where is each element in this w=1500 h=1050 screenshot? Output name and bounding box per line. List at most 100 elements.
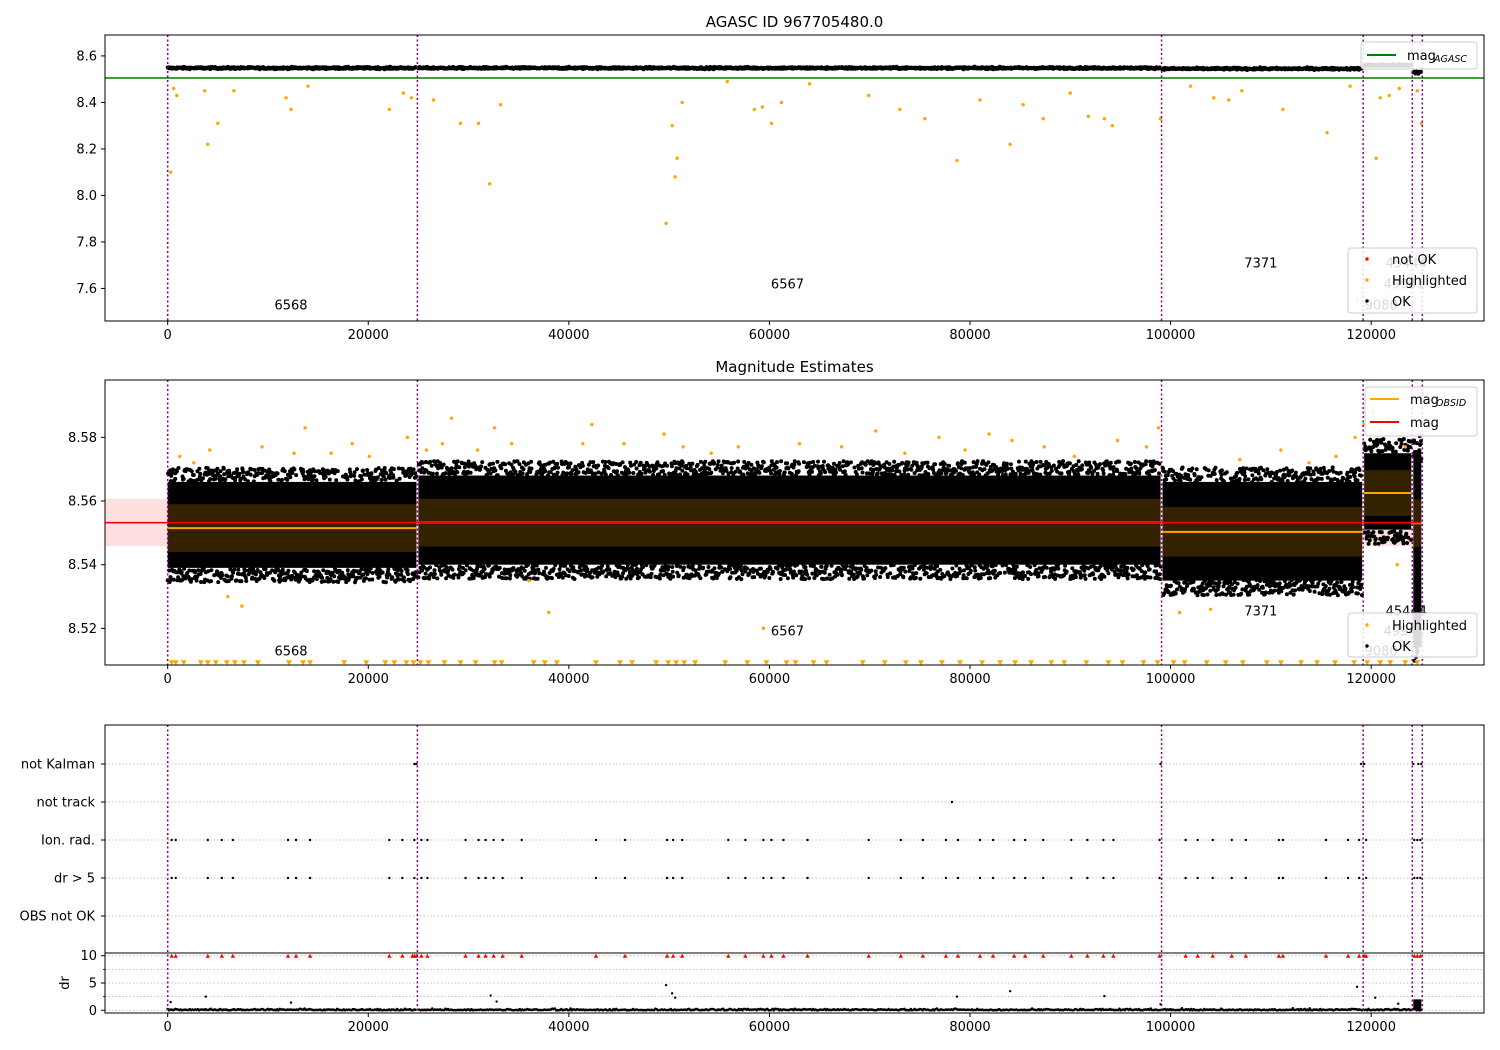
highlighted-point bbox=[1227, 98, 1231, 102]
highlighted-point bbox=[867, 93, 871, 98]
highlighted-point bbox=[1307, 461, 1311, 465]
flag-event-point bbox=[1420, 762, 1423, 766]
highlighted-point bbox=[807, 82, 812, 86]
highlighted-point bbox=[226, 594, 230, 599]
flag-event-point bbox=[680, 838, 684, 842]
highlighted-point bbox=[409, 96, 414, 100]
flag-event-point bbox=[426, 838, 429, 842]
dr-point bbox=[1397, 1002, 1400, 1005]
flag-event-point bbox=[220, 838, 224, 842]
flag-event-point bbox=[944, 838, 948, 842]
x-tick-label: 20000 bbox=[348, 1020, 389, 1035]
flag-event-point bbox=[286, 838, 290, 842]
flag-event-point bbox=[991, 876, 995, 880]
flag-event-point bbox=[1102, 838, 1105, 842]
flag-category-label: not track bbox=[36, 796, 95, 811]
dr-clipped-marker bbox=[419, 953, 424, 958]
flag-event-point bbox=[1277, 838, 1281, 842]
highlighted-point bbox=[1353, 435, 1357, 440]
highlighted-point bbox=[664, 221, 668, 226]
panel-3-frame bbox=[104, 724, 1485, 1014]
flag-event-point bbox=[950, 800, 954, 804]
flag-event-point bbox=[492, 838, 495, 842]
highlighted-point bbox=[1110, 123, 1115, 128]
flag-event-point bbox=[1184, 876, 1187, 880]
flag-event-point bbox=[484, 838, 487, 842]
flag-event-point bbox=[420, 838, 423, 842]
highlighted-point bbox=[175, 93, 179, 98]
highlighted-point bbox=[1144, 445, 1149, 449]
highlighted-point bbox=[1397, 86, 1401, 91]
highlighted-point bbox=[874, 429, 878, 433]
chart-title: AGASC ID 967705480.0 bbox=[706, 13, 884, 31]
flag-event-point bbox=[1277, 876, 1281, 880]
dr-point bbox=[169, 1000, 172, 1004]
flag-event-point bbox=[1281, 838, 1285, 842]
highlighted-point bbox=[978, 98, 982, 102]
flag-event-point bbox=[770, 838, 773, 842]
flag-event-point bbox=[420, 876, 423, 880]
dr-clipped-marker bbox=[670, 953, 676, 958]
dr-clipped-marker bbox=[173, 953, 178, 958]
flag-event-point bbox=[1196, 838, 1199, 842]
flag-event-point bbox=[1211, 876, 1214, 880]
x-tick-label: 60000 bbox=[749, 1020, 790, 1035]
flag-event-point bbox=[1196, 876, 1199, 880]
highlighted-point bbox=[1281, 107, 1285, 112]
flag-event-point bbox=[1419, 876, 1422, 880]
legend-label: OK bbox=[1392, 640, 1411, 655]
dr-clipped-marker bbox=[425, 953, 430, 958]
highlighted-point bbox=[168, 170, 173, 174]
flag-event-point bbox=[520, 876, 523, 880]
x-tick-label: 40000 bbox=[548, 1020, 589, 1035]
flag-event-point bbox=[806, 876, 809, 880]
flag-event-point bbox=[286, 876, 290, 880]
flag-event-point bbox=[978, 876, 982, 880]
flag-event-point bbox=[1357, 838, 1361, 842]
y-tick-label: 8.56 bbox=[68, 495, 97, 510]
flag-event-point bbox=[671, 838, 675, 842]
x-tick-label: 80000 bbox=[949, 328, 990, 343]
obsid-annotation: 6567 bbox=[771, 624, 804, 639]
dr-clipped-marker bbox=[726, 953, 731, 958]
dr-clipped-marker bbox=[943, 953, 949, 958]
dr-clipped-marker bbox=[387, 953, 392, 958]
y-tick-label: 8.58 bbox=[68, 431, 97, 446]
ok-points bbox=[165, 62, 1423, 76]
flag-event-point bbox=[671, 876, 675, 880]
flag-event-point bbox=[1184, 838, 1187, 842]
legend-label: Highlighted bbox=[1392, 274, 1467, 289]
obsid-annotation: 6567 bbox=[771, 277, 804, 292]
dr-clipped-marker bbox=[1195, 953, 1200, 958]
dr-ok-points bbox=[166, 1007, 1422, 1012]
flag-event-point bbox=[308, 838, 312, 842]
x-tick-label: 60000 bbox=[749, 328, 790, 343]
flag-event-point bbox=[1413, 876, 1416, 880]
flag-event-point bbox=[921, 876, 925, 880]
highlighted-point bbox=[1021, 103, 1025, 107]
flag-event-point bbox=[1086, 876, 1089, 880]
y-tick-label: 8.0 bbox=[76, 189, 97, 204]
flag-event-point bbox=[762, 876, 765, 880]
dr-point bbox=[673, 996, 677, 999]
highlighted-point bbox=[898, 107, 902, 112]
dr-point bbox=[955, 995, 959, 998]
plot-area bbox=[105, 410, 1424, 665]
flag-event-point bbox=[388, 876, 391, 880]
flag-event-point bbox=[665, 838, 669, 842]
flag-event-point bbox=[944, 876, 948, 880]
flag-event-point bbox=[665, 876, 669, 880]
highlighted-point bbox=[1378, 96, 1382, 100]
highlighted-point bbox=[1115, 438, 1120, 443]
flag-event-point bbox=[1070, 838, 1073, 842]
x-tick-label: 100000 bbox=[1146, 672, 1196, 687]
highlighted-point bbox=[1334, 454, 1338, 459]
flag-event-point bbox=[806, 838, 809, 842]
flag-event-point bbox=[294, 838, 298, 842]
flag-event-point bbox=[501, 838, 504, 842]
highlighted-point bbox=[1279, 448, 1283, 452]
highlighted-point bbox=[1387, 93, 1391, 98]
obsid-annotation: 6568 bbox=[274, 644, 307, 659]
highlighted-point bbox=[673, 175, 677, 179]
y-tick-label: 8.6 bbox=[76, 49, 97, 64]
